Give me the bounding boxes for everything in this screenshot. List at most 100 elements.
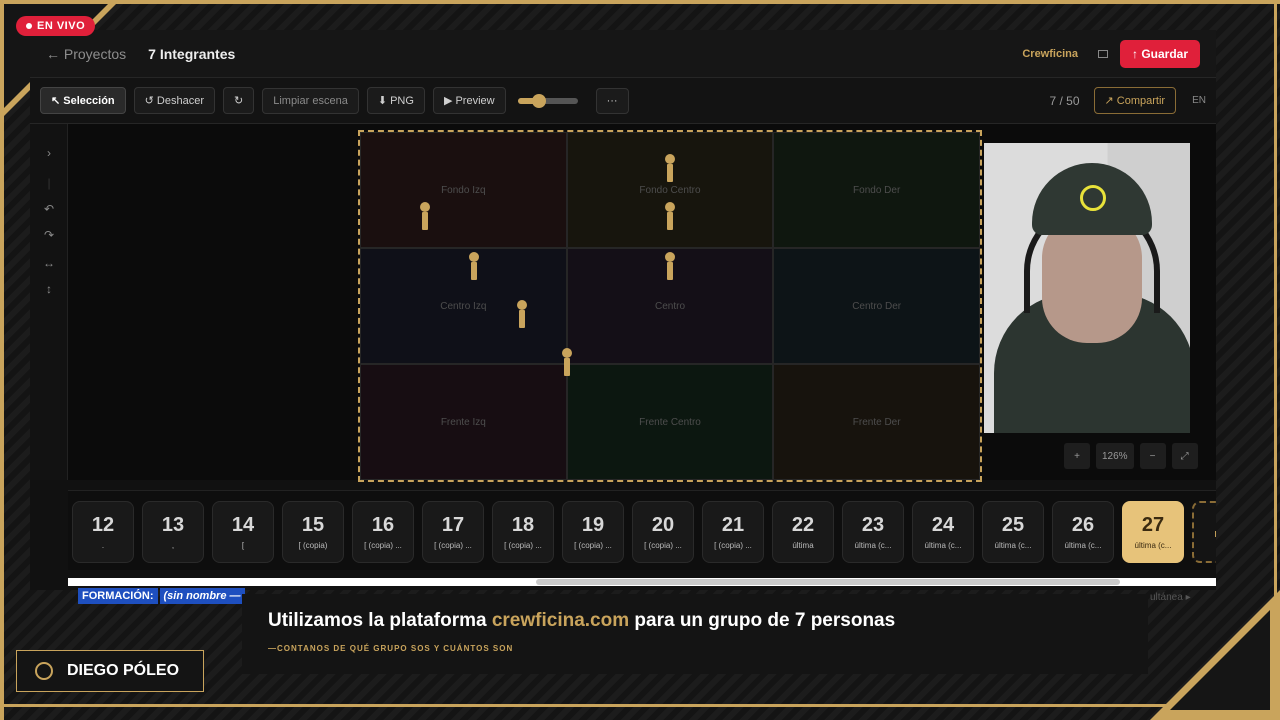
zone-fondo-der[interactable]: Fondo Der [773,132,980,248]
new-frame-label: NUE [1215,530,1216,539]
redo-button[interactable]: ↻ [223,87,255,114]
zone-fondo-izq[interactable]: Fondo Izq [360,132,567,248]
frame-number: 21 [721,514,745,536]
frame-timeline: 12. 13, 14[15[ (copia) 16[ (copia) ... 17[ (… [68,490,1216,570]
project-title: 7 Integrantes [148,45,236,62]
frame-thumb[interactable]: 20 [ (copia) ... [632,501,694,563]
presenter-webcam [984,143,1190,433]
frame-label: . [101,541,105,550]
dancer-pin[interactable] [517,300,527,328]
zone-frente-centro[interactable]: Frente Centro [566,364,774,480]
frame-number: 13 [161,514,185,536]
member-count: 7 / 50 [1049,93,1080,108]
flip-vertical-icon[interactable]: ↕ [30,282,68,296]
zone-centro-izq[interactable]: Centro Izq [360,248,567,364]
flip-horizontal-icon[interactable]: ↔ [30,256,68,270]
formation-right-text: ultánea ▸ [1150,592,1191,603]
frame-thumb[interactable]: 18 [ (copia) ... [492,501,554,563]
frame-number: 27 [1141,514,1165,536]
frame-thumb[interactable]: 26 última (c... [1052,501,1114,563]
frame-thumb[interactable]: 25 última (c... [982,501,1044,563]
frame-number: 22 [791,514,815,536]
timeline-scrollbar[interactable] [68,578,1216,586]
frame-label: [ (copia) ... [434,541,472,550]
screen-icon[interactable] [1097,49,1108,58]
frame-number: 20 [651,514,675,536]
frame-label: [ [241,541,245,550]
frame-label: [ (copia) ... [364,541,402,550]
frame-label: [ (copia) ... [504,541,542,550]
dancer-pin[interactable] [665,202,675,230]
dancer-pin[interactable] [665,154,675,182]
topbar: ← Proyectos 7 Integrantes Crewficina ↑ G… [30,30,1216,78]
frame-number: 17 [441,514,465,536]
expand-panel-icon[interactable]: › [30,146,68,160]
frame-label: última (c... [994,541,1032,550]
frame-label: [ (copia) ... [714,541,752,550]
frame-thumb[interactable]: 17 [ (copia) ... [422,501,484,563]
zone-centro-der[interactable]: Centro Der [773,248,980,364]
frame-thumb[interactable]: 12. [72,501,134,563]
frame-label: última (c... [854,541,892,550]
stage-grid[interactable]: Fondo Izq Fondo Centro Fondo Der Centro … [358,130,982,482]
caption-subtitle: —CONTANOS DE QUÉ GRUPO SOS Y CUÁNTOS SON [268,644,514,653]
brand-logo-icon [35,662,53,680]
dancer-pin[interactable] [562,348,572,376]
slider-knob[interactable] [531,93,546,108]
frame-number: 24 [931,514,955,536]
zone-frente-izq[interactable]: Frente Izq [360,364,567,480]
dancer-pin[interactable] [665,252,675,280]
zoom-in-button[interactable]: + [1064,443,1090,469]
back-to-projects-link[interactable]: ← Proyectos [46,46,126,62]
frame-thumb[interactable]: 14 [ [212,501,274,563]
live-badge: EN VIVO [16,16,96,36]
dancer-pin[interactable] [469,252,479,280]
frame-label: última (c... [1134,541,1172,550]
save-button[interactable]: ↑ Guardar [1119,39,1200,68]
frame-thumb[interactable]: 16 [ (copia) ... [352,501,414,563]
stream-caption: Utilizamos la plataforma crewficina.com … [242,594,1148,674]
frame-thumb[interactable]: 24 última (c... [912,501,974,563]
rotate-right-icon[interactable]: ↷ [30,228,68,242]
rotate-left-icon[interactable]: ↶ [30,202,68,216]
frame-number: 25 [1001,514,1025,536]
brand-link[interactable]: Crewficina [1022,48,1078,60]
frame-thumb[interactable]: 27 última (c... [1122,501,1184,563]
speed-slider[interactable] [517,93,578,108]
presenter-namecard: DIEGO PÓLEO [16,650,204,692]
frame-thumb[interactable]: 23 última (c... [842,501,904,563]
fullscreen-icon[interactable]: ⤢ [1171,443,1198,469]
frame-thumb[interactable]: 22 última [772,501,834,563]
frame-label: [ (copia) [298,541,328,550]
app-window: ← Proyectos 7 Integrantes Crewficina ↑ G… [30,30,1216,590]
share-button[interactable]: ↗ Compartir [1093,87,1177,114]
toolbar: ↖ Selección ↺ Deshacer ↻ Limpiar escena … [30,78,1216,124]
undo-button[interactable]: ↺ Deshacer [133,87,215,114]
language-toggle[interactable]: EN [1192,95,1206,106]
frame-thumb[interactable]: 21 [ (copia) ... [702,501,764,563]
clear-scene-button[interactable]: Limpiar escena [262,87,359,114]
frame-label: [ (copia) ... [644,541,682,550]
frame-label: última (c... [924,541,962,550]
frame-thumb[interactable]: 15 [ (copia) [282,501,344,563]
frame-thumb[interactable]: 19 [ (copia) ... [562,501,624,563]
preview-button[interactable]: ▶ Preview [432,87,506,114]
frame-number: 26 [1071,514,1095,536]
frame-label: última [792,541,814,550]
cap-logo-icon [1080,185,1106,211]
zoom-controls: + 126% − ⤢ [1064,443,1198,469]
more-options-button[interactable]: ··· [595,87,629,114]
divider: | [47,176,51,190]
zone-fondo-centro[interactable]: Fondo Centro [566,132,774,248]
zoom-level: 126% [1096,443,1134,469]
selection-tool-button[interactable]: ↖ Selección [40,87,126,114]
dancer-pin[interactable] [420,202,430,230]
frame-thumb[interactable]: 13, [142,501,204,563]
zone-frente-der[interactable]: Frente Der [773,364,980,480]
export-png-button[interactable]: ⬇ PNG [366,87,425,114]
new-frame-button[interactable]: NUE [1192,501,1216,563]
frame-number: 12 [91,514,115,536]
zoom-out-button[interactable]: − [1139,443,1166,469]
left-tool-rail: › | ↶ ↷ ↔ ↕ [30,124,68,480]
frame-number: 14 [231,514,255,536]
